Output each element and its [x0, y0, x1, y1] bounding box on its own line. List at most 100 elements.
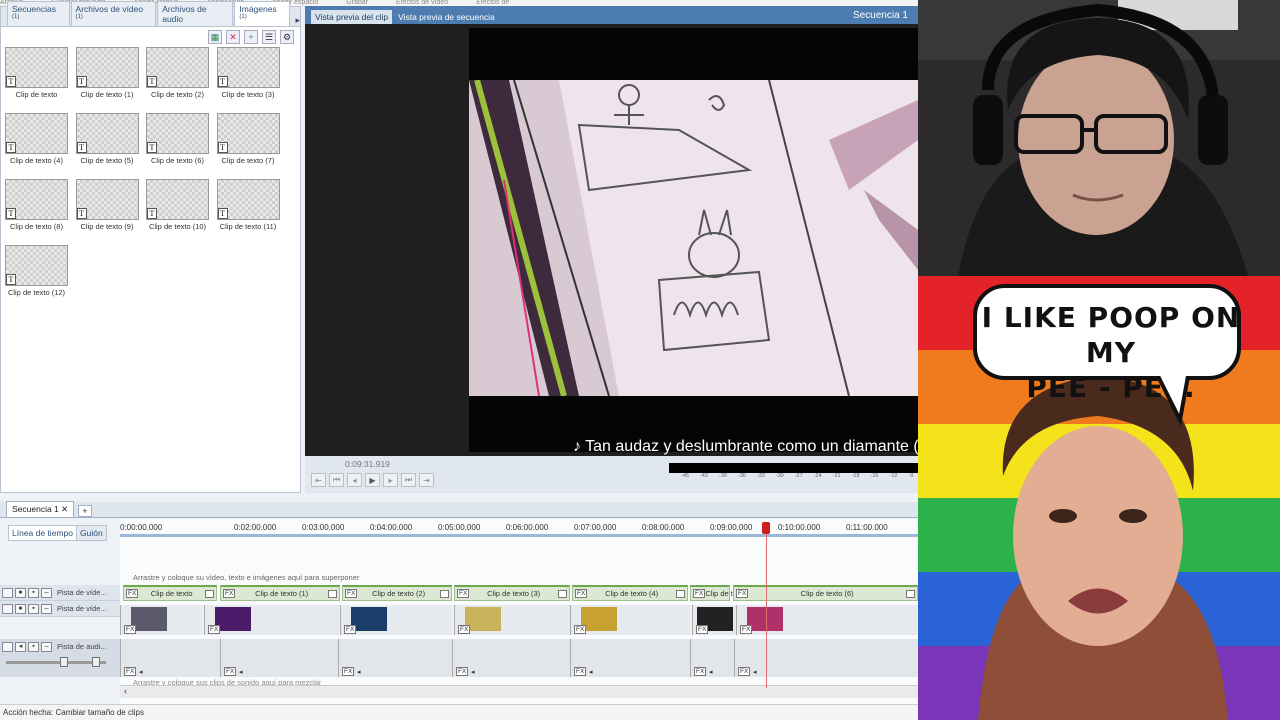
clip-menu-icon[interactable]: [328, 589, 337, 598]
timeline-text-clip[interactable]: FX Clip de texto (4): [572, 585, 688, 601]
volume-slider[interactable]: [6, 661, 106, 664]
volume-slider-thumb[interactable]: [60, 657, 68, 667]
timeline-audio-clip[interactable]: FX ◂: [452, 639, 570, 677]
eye-icon[interactable]: ●: [15, 603, 26, 614]
fx-icon[interactable]: FX: [224, 667, 237, 676]
timeline-audio-clip[interactable]: FX ◂: [220, 639, 338, 677]
pan-slider-thumb[interactable]: [92, 657, 100, 667]
fx-icon[interactable]: FX: [574, 667, 587, 676]
timeline-video-clip[interactable]: FX: [692, 605, 736, 635]
go-to-start-icon[interactable]: ⇤: [311, 473, 326, 487]
track-toggle-icon[interactable]: [2, 642, 13, 652]
play-icon[interactable]: ▶: [365, 473, 380, 487]
timeline-text-clip[interactable]: FX Clip de texto: [123, 585, 217, 601]
speaker-icon[interactable]: ◂: [753, 668, 757, 676]
lock-icon[interactable]: ▪: [28, 603, 39, 614]
rewind-icon[interactable]: ◂: [347, 473, 362, 487]
timeline-audio-clip[interactable]: FX ◂: [690, 639, 734, 677]
fx-icon[interactable]: FX: [574, 625, 587, 634]
forward-icon[interactable]: ▸: [383, 473, 398, 487]
speaker-icon[interactable]: ◂: [471, 668, 475, 676]
timeline-text-clip[interactable]: FX Clip de texto (5): [690, 585, 761, 601]
media-thumbnail[interactable]: T Clip de texto (5): [75, 113, 147, 179]
timeline-audio-clip[interactable]: FX ◂: [570, 639, 690, 677]
clip-menu-icon[interactable]: [558, 589, 567, 598]
track-toggle-icon[interactable]: [2, 587, 13, 598]
list-view-icon[interactable]: ☰: [262, 30, 276, 44]
tab-audio-files[interactable]: Archivos de audio: [157, 1, 234, 26]
fx-icon[interactable]: FX: [736, 589, 749, 598]
fx-icon[interactable]: FX: [342, 667, 355, 676]
tab-sequence-1[interactable]: Secuencia 1 ✕: [6, 501, 75, 517]
timeline-video-clip[interactable]: FX: [454, 605, 570, 635]
options-icon[interactable]: ⚙: [280, 30, 294, 44]
fx-icon[interactable]: FX: [344, 625, 357, 634]
fx-icon[interactable]: FX: [345, 589, 358, 598]
eye-icon[interactable]: ●: [15, 587, 26, 598]
clip-menu-icon[interactable]: [440, 589, 449, 598]
tab-sequence-preview[interactable]: Vista previa de secuencia: [394, 10, 499, 24]
track-toggle-icon[interactable]: [2, 603, 13, 614]
timeline-text-clip[interactable]: FX Clip de texto (6): [733, 585, 918, 601]
time-ruler[interactable]: 0:00:00.000 0:02:00.000 0:03:00.000 0:04:00…: [120, 523, 918, 537]
go-to-end-icon[interactable]: ⇥: [419, 473, 434, 487]
timeline-video-clip[interactable]: FX: [120, 605, 202, 635]
collapse-icon[interactable]: –: [41, 642, 52, 652]
lock-icon[interactable]: ▪: [28, 587, 39, 598]
import-icon[interactable]: ▦: [208, 30, 222, 44]
fx-icon[interactable]: FX: [456, 667, 469, 676]
timeline-text-clip[interactable]: FX Clip de texto (1): [220, 585, 340, 601]
timeline-scrollbar[interactable]: ‹: [120, 685, 918, 698]
speaker-icon[interactable]: ◂: [357, 668, 361, 676]
media-thumbnail[interactable]: T Clip de texto (11): [216, 179, 288, 245]
media-thumbnail[interactable]: T Clip de texto (12): [5, 245, 76, 311]
timeline-video-clip[interactable]: FX: [204, 605, 339, 635]
tab-timeline[interactable]: Línea de tiempo: [8, 525, 77, 541]
media-thumbnail[interactable]: T Clip de texto (3): [216, 47, 288, 113]
media-thumbnail[interactable]: T Clip de texto (1): [75, 47, 147, 113]
timeline-audio-clip[interactable]: FX ◂: [734, 639, 918, 677]
tab-video-files[interactable]: Archivos de vídeo (1): [70, 1, 157, 26]
fx-icon[interactable]: FX: [457, 589, 470, 598]
fx-icon[interactable]: FX: [738, 667, 751, 676]
fx-icon[interactable]: FX: [124, 625, 137, 634]
media-thumbnail[interactable]: T Clip de texto: [5, 47, 76, 113]
add-icon[interactable]: +: [244, 30, 258, 44]
clip-menu-icon[interactable]: [676, 589, 685, 598]
media-thumbnail[interactable]: T Clip de texto (2): [146, 47, 217, 113]
close-icon[interactable]: ✕: [61, 504, 68, 514]
timeline-video-clip[interactable]: FX: [340, 605, 452, 635]
fx-icon[interactable]: FX: [124, 667, 137, 676]
next-frame-icon[interactable]: ⏭: [401, 473, 416, 487]
media-thumbnail[interactable]: T Clip de texto (4): [5, 113, 76, 179]
delete-icon[interactable]: ✕: [226, 30, 240, 44]
fx-icon[interactable]: FX: [575, 589, 588, 598]
speaker-icon[interactable]: ◂: [709, 668, 713, 676]
media-thumbnail[interactable]: T Clip de texto (6): [146, 113, 217, 179]
media-thumbnail[interactable]: T Clip de texto (8): [5, 179, 76, 245]
timeline-audio-clip[interactable]: FX ◂: [338, 639, 452, 677]
media-thumbnail[interactable]: T Clip de texto (7): [216, 113, 288, 179]
tab-images[interactable]: Imágenes (1): [234, 1, 291, 26]
fx-icon[interactable]: FX: [126, 589, 139, 598]
timeline-video-clip[interactable]: FX: [736, 605, 918, 635]
speaker-icon[interactable]: ◂: [15, 642, 26, 652]
fx-icon[interactable]: FX: [740, 625, 753, 634]
fx-icon[interactable]: FX: [208, 625, 221, 634]
media-thumbnail[interactable]: T Clip de texto (10): [146, 179, 217, 245]
clip-menu-icon[interactable]: [205, 589, 214, 598]
fx-icon[interactable]: FX: [693, 589, 706, 598]
fx-icon[interactable]: FX: [458, 625, 471, 634]
tab-scroll-arrow-icon[interactable]: ▸: [295, 15, 300, 26]
add-sequence-button[interactable]: +: [78, 505, 92, 517]
speaker-icon[interactable]: ◂: [139, 668, 143, 676]
collapse-icon[interactable]: –: [41, 603, 52, 614]
tab-sequences[interactable]: Secuencias (1): [7, 1, 70, 26]
timeline-text-clip[interactable]: FX Clip de texto (2): [342, 585, 452, 601]
media-thumbnail[interactable]: T Clip de texto (9): [75, 179, 147, 245]
timeline-text-clip[interactable]: FX Clip de texto (3): [454, 585, 570, 601]
speaker-icon[interactable]: ◂: [239, 668, 243, 676]
scroll-left-icon[interactable]: ‹: [124, 686, 127, 696]
lock-icon[interactable]: ▪: [28, 642, 39, 652]
collapse-icon[interactable]: –: [41, 587, 52, 598]
